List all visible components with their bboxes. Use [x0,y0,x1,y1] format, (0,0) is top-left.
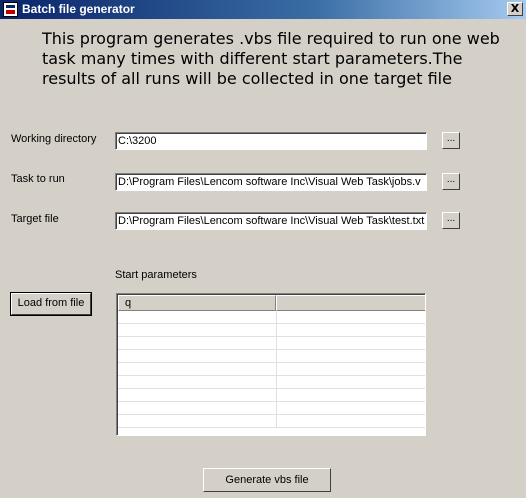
grid-column-header[interactable]: q [118,295,276,311]
table-row[interactable] [118,376,425,389]
load-from-file-button[interactable]: Load from file [10,292,92,316]
target-file-input[interactable]: D:\Program Files\Lencom software Inc\Vis… [115,212,427,230]
grid-body [118,311,425,435]
grid-column-header[interactable] [276,295,425,311]
working-directory-label: Working directory [11,133,97,145]
table-row[interactable] [118,311,425,324]
table-row[interactable] [118,389,425,402]
table-row[interactable] [118,363,425,376]
table-row[interactable] [118,337,425,350]
task-to-run-input[interactable]: D:\Program Files\Lencom software Inc\Vis… [115,173,427,191]
target-file-label: Target file [11,213,59,225]
task-to-run-label: Task to run [11,173,65,185]
batch-file-generator-window: Batch file generator X This program gene… [0,0,526,498]
task-to-run-browse-button[interactable]: ... [442,173,460,190]
working-directory-browse-button[interactable]: ... [442,132,460,149]
window-title: Batch file generator [22,2,135,16]
table-row[interactable] [118,324,425,337]
grid-header: q [118,295,425,311]
target-file-browse-button[interactable]: ... [442,212,460,229]
intro-text: This program generates .vbs file require… [42,29,500,88]
table-row[interactable] [118,350,425,363]
table-row[interactable] [118,415,425,428]
working-directory-input[interactable]: C:\3200 [115,132,427,150]
generate-vbs-button[interactable]: Generate vbs file [203,468,331,492]
start-parameters-label: Start parameters [115,269,197,281]
start-parameters-grid[interactable]: q [116,293,426,436]
table-row[interactable] [118,402,425,415]
close-button[interactable]: X [507,2,523,16]
title-bar: Batch file generator X [0,0,526,19]
app-icon [3,2,18,17]
